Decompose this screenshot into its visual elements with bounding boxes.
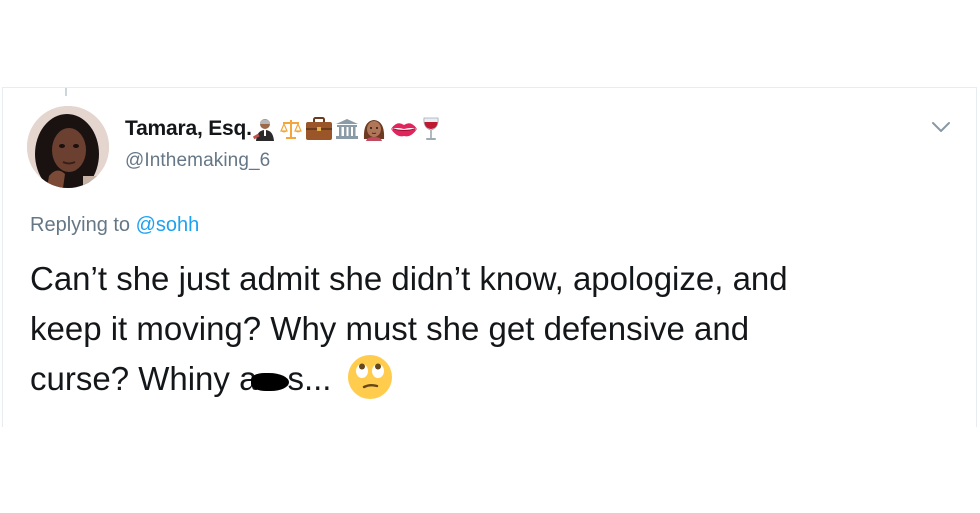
tweet-body-text: Can’t she just admit she didn’t know, ap…: [30, 254, 950, 414]
tweet-text-line-3-start: curse? Whiny a: [30, 360, 258, 397]
tweet-text-line-3-end: s...: [287, 360, 332, 397]
censor-scribble: [251, 373, 290, 391]
reply-mention-link[interactable]: @sohh: [136, 214, 200, 236]
wine-glass-emoji-icon: [421, 116, 443, 142]
name-emoji-group: [252, 116, 443, 142]
woman-emoji-icon: [361, 117, 389, 141]
tweet-text-line-2: keep it moving? Why must she get defensi…: [30, 310, 750, 347]
tweet-text-line-1: Can’t she just admit she didn’t know, ap…: [30, 260, 788, 297]
briefcase-emoji-icon: [305, 117, 335, 141]
thread-connector-line: [65, 88, 67, 96]
judge-emoji-icon: [252, 117, 279, 141]
author-name-row[interactable]: Tamara, Esq.: [125, 116, 443, 142]
reply-context: Replying to @sohh: [30, 214, 199, 237]
classical-building-emoji-icon: [335, 117, 361, 141]
scales-emoji-icon: [279, 117, 305, 141]
tweet-card: Tamara, Esq. @Inthemaking_6 Replying to …: [2, 87, 977, 427]
chevron-down-icon[interactable]: [929, 118, 953, 136]
avatar[interactable]: [27, 106, 109, 188]
reply-context-prefix: Replying to: [30, 214, 131, 236]
kiss-mark-emoji-icon: [389, 118, 421, 140]
face-with-rolling-eyes-emoji-icon: [347, 354, 393, 414]
author-display-name[interactable]: Tamara, Esq.: [125, 117, 252, 141]
author-handle[interactable]: @Inthemaking_6: [125, 150, 270, 172]
